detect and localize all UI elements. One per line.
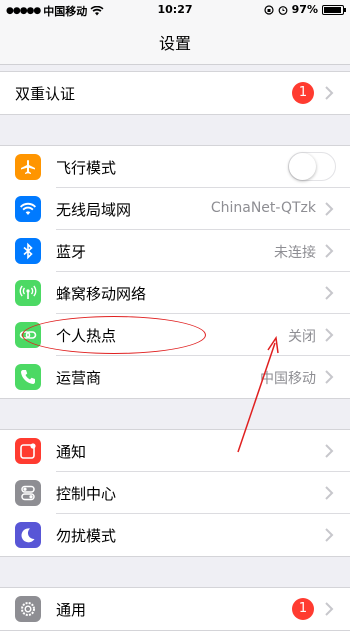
row-general[interactable]: 通用 1	[0, 588, 350, 630]
moon-icon	[15, 522, 41, 548]
gear-icon	[15, 596, 41, 622]
row-cellular[interactable]: 蜂窝移动网络	[0, 272, 350, 314]
row-wifi[interactable]: 无线局域网 ChinaNet-QTzk	[0, 188, 350, 230]
group-account: 双重认证 1	[0, 71, 350, 115]
airplane-icon	[15, 154, 41, 180]
row-label: 飞行模式	[56, 159, 117, 177]
notification-badge: 1	[292, 598, 314, 620]
toggle-knob	[289, 153, 316, 180]
row-label: 通用	[56, 601, 87, 619]
row-do-not-disturb[interactable]: 勿扰模式	[0, 514, 350, 556]
bluetooth-icon	[15, 238, 41, 264]
chevron-right-icon	[325, 86, 334, 100]
row-control-center[interactable]: 控制中心	[0, 472, 350, 514]
chevron-right-icon	[325, 370, 334, 384]
group-general: 通用 1	[0, 587, 350, 631]
chevron-right-icon	[325, 328, 334, 342]
chevron-right-icon	[325, 444, 334, 458]
row-label: 运营商	[56, 369, 102, 387]
battery-level	[324, 6, 341, 13]
nav-bar: 设置	[0, 20, 350, 65]
chevron-right-icon	[325, 528, 334, 542]
row-label: 蜂窝移动网络	[56, 285, 147, 303]
page-title: 设置	[158, 34, 191, 53]
control-center-toggles-icon	[15, 480, 41, 506]
row-bluetooth[interactable]: 蓝牙 未连接	[0, 230, 350, 272]
notification-badge: 1	[292, 82, 314, 104]
alarm-icon	[278, 5, 288, 15]
row-carrier[interactable]: 运营商 中国移动	[0, 356, 350, 398]
row-label: 蓝牙	[56, 243, 87, 261]
airplane-mode-toggle[interactable]	[288, 152, 336, 181]
row-two-factor[interactable]: 双重认证 1	[0, 72, 350, 114]
chevron-right-icon	[325, 602, 334, 616]
battery-percent: 97%	[291, 3, 318, 16]
chevron-right-icon	[325, 286, 334, 300]
row-value: 中国移动	[260, 371, 316, 387]
row-label: 控制中心	[56, 485, 117, 503]
annotation-oval	[22, 316, 206, 354]
status-right: 97%	[264, 3, 346, 16]
row-label: 无线局域网	[56, 201, 132, 219]
chevron-right-icon	[325, 202, 334, 216]
row-label: 勿扰模式	[56, 527, 117, 545]
notifications-icon	[15, 438, 41, 464]
phone-icon	[15, 364, 41, 390]
row-label: 通知	[56, 443, 87, 461]
cellular-antenna-icon	[15, 280, 41, 306]
group-notifications: 通知 控制中心 勿扰模式	[0, 429, 350, 557]
orientation-lock-icon	[264, 4, 274, 15]
row-label: 双重认证	[15, 85, 76, 103]
row-value: 未连接	[274, 245, 316, 261]
chevron-right-icon	[325, 486, 334, 500]
wifi-icon	[15, 196, 41, 222]
group-connectivity: 飞行模式 无线局域网 ChinaNet-QTzk 蓝牙 未连接 蜂窝移动网络 个…	[0, 145, 350, 399]
row-notifications[interactable]: 通知	[0, 430, 350, 472]
chevron-right-icon	[325, 244, 334, 258]
row-value: 关闭	[288, 329, 316, 345]
battery-icon	[322, 4, 346, 15]
status-bar: ●●●●● 中国移动 10:27 97%	[0, 0, 350, 20]
row-value: ChinaNet-QTzk	[210, 200, 316, 216]
row-airplane-mode: 飞行模式	[0, 146, 350, 188]
